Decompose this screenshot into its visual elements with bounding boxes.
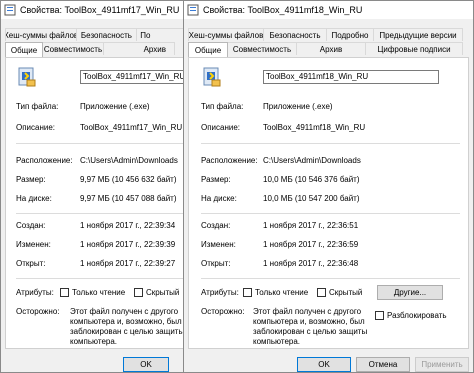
back-general-panel: ToolBox_4911mf17_Win_RU Тип файла: Прило… [5,57,193,349]
location-value: C:\Users\Admin\Downloads [263,156,361,165]
tab-compatibility[interactable]: Совместимость [42,42,104,55]
readonly-label: Только чтение [255,288,309,297]
front-properties-window: Свойства: ToolBox_4911mf18_Win_RU Хеш-су… [183,0,474,373]
tab-archive[interactable]: Архив [296,42,366,55]
file-type-value: Приложение (.exe) [80,102,150,111]
opened-value: 1 ноября 2017 г., 22:39:27 [80,259,176,268]
readonly-checkbox[interactable] [243,288,252,297]
created-value: 1 ноября 2017 г., 22:36:51 [263,221,359,230]
hidden-label: Скрытый [146,288,180,297]
file-type-value: Приложение (.exe) [263,102,333,111]
caution-text: Этот файл получен с другого компьютера и… [253,307,368,346]
tab-details[interactable]: По [136,28,188,41]
modified-label: Изменен: [201,240,236,249]
file-type-label: Тип файла: [201,102,244,111]
divider [201,278,460,279]
tab-general[interactable]: Общие [5,42,43,57]
hidden-label: Скрытый [329,288,363,297]
description-label: Описание: [201,123,241,132]
file-name-input[interactable]: ToolBox_4911mf17_Win_RU [80,70,190,84]
tab-hashes[interactable]: Хеш-суммы файлов [5,28,77,41]
divider [201,143,460,144]
back-window-title: Свойства: ToolBox_4911mf17_Win_RU [20,5,180,15]
divider [201,213,460,214]
file-name-input[interactable]: ToolBox_4911mf18_Win_RU [263,70,439,84]
back-tab-strip: Хеш-суммы файлов Безопасность По Общие С… [5,28,188,58]
caution-label: Осторожно: [16,307,60,316]
size-value: 9,97 МБ (10 456 632 байт) [80,175,177,184]
caution-label: Осторожно: [201,307,245,316]
location-label: Расположение: [16,156,73,165]
attributes-label: Атрибуты: [16,288,54,297]
front-tab-strip: Хеш-суммы файлов Безопасность Подробно П… [188,28,469,58]
installer-file-icon [16,66,38,88]
front-window-title: Свойства: ToolBox_4911mf18_Win_RU [203,5,363,15]
disk-size-label: На диске: [16,194,52,203]
ok-button[interactable]: OK [123,357,169,372]
front-general-panel: ToolBox_4911mf18_Win_RU Тип файла: Прило… [188,57,469,349]
tab-previous-versions[interactable]: Предыдущие версии [373,28,463,41]
disk-size-value: 10,0 МБ (10 547 200 байт) [263,194,360,203]
opened-label: Открыт: [16,259,46,268]
attributes-label: Атрибуты: [201,288,239,297]
hidden-checkbox[interactable] [134,288,143,297]
opened-value: 1 ноября 2017 г., 22:36:48 [263,259,359,268]
size-label: Размер: [201,175,231,184]
file-type-label: Тип файла: [16,102,59,111]
tab-hashes[interactable]: Хеш-суммы файлов [188,28,264,41]
tab-details[interactable]: Подробно [326,28,374,41]
tab-compatibility[interactable]: Совместимость [227,42,297,55]
size-value: 10,0 МБ (10 546 376 байт) [263,175,360,184]
size-label: Размер: [16,175,46,184]
unblock-checkbox[interactable] [375,311,384,320]
caution-text: Этот файл получен с другого компьютера и… [70,307,185,346]
created-value: 1 ноября 2017 г., 22:39:34 [80,221,176,230]
created-label: Создан: [16,221,46,230]
tab-digital-signatures[interactable]: Цифровые подписи [365,42,463,55]
readonly-checkbox[interactable] [60,288,69,297]
disk-size-label: На диске: [201,194,237,203]
readonly-label: Только чтение [72,288,126,297]
tab-security[interactable]: Безопасность [263,28,327,41]
back-title-bar: Свойства: ToolBox_4911mf17_Win_RU [1,1,191,19]
tab-security[interactable]: Безопасность [75,28,138,41]
tab-general[interactable]: Общие [188,42,228,57]
description-value: ToolBox_4911mf18_Win_RU [263,123,366,132]
created-label: Создан: [201,221,231,230]
modified-value: 1 ноября 2017 г., 22:36:59 [263,240,359,249]
back-properties-window: Свойства: ToolBox_4911mf17_Win_RU Хеш-су… [0,0,193,373]
opened-label: Открыт: [201,259,231,268]
other-attributes-button[interactable]: Другие... [377,285,443,300]
divider [16,143,188,144]
front-title-bar: Свойства: ToolBox_4911mf18_Win_RU [184,1,473,19]
disk-size-value: 9,97 МБ (10 457 088 байт) [80,194,177,203]
location-value: C:\Users\Admin\Downloads [80,156,178,165]
description-value: ToolBox_4911mf17_Win_RU [80,123,183,132]
modified-label: Изменен: [16,240,51,249]
cancel-button[interactable]: Отмена [356,357,410,372]
ok-button[interactable]: OK [297,357,351,372]
apply-button[interactable]: Применить [415,357,469,372]
installer-file-icon [201,66,223,88]
file-properties-icon [187,4,199,16]
description-label: Описание: [16,123,56,132]
location-label: Расположение: [201,156,258,165]
tab-archive[interactable]: Архив [103,42,175,55]
unblock-label: Разблокировать [387,311,447,320]
modified-value: 1 ноября 2017 г., 22:39:39 [80,240,176,249]
hidden-checkbox[interactable] [317,288,326,297]
divider [16,213,188,214]
file-properties-icon [4,4,16,16]
divider [16,278,188,279]
